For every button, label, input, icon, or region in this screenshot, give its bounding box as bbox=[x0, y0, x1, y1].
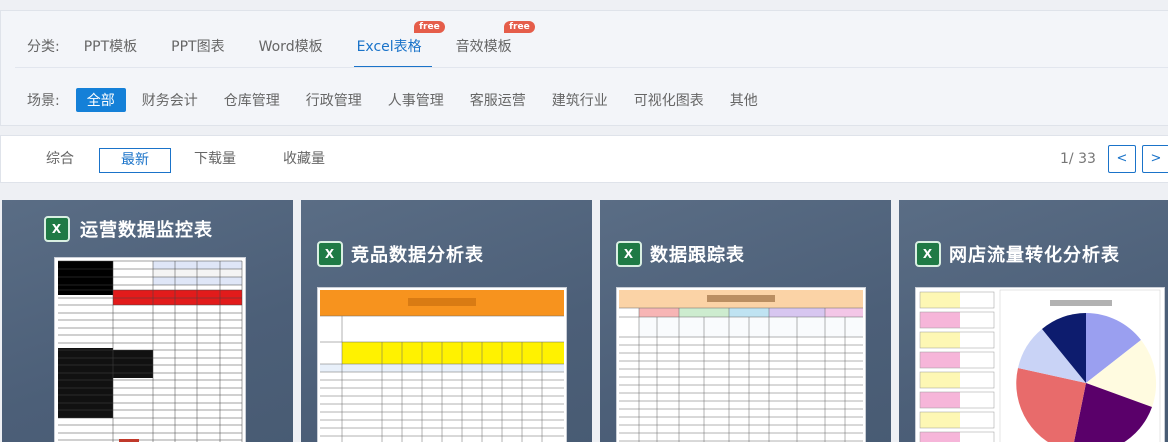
next-page-button[interactable]: > bbox=[1142, 145, 1168, 173]
spreadsheet-preview bbox=[55, 258, 245, 442]
category-ppt-chart[interactable]: PPT图表 bbox=[171, 27, 224, 65]
card-thumbnail bbox=[318, 288, 566, 442]
sort-comprehensive[interactable]: 综合 bbox=[46, 148, 74, 173]
free-badge: free bbox=[504, 21, 535, 33]
category-word-template[interactable]: Word模板 bbox=[259, 27, 323, 65]
category-excel-table[interactable]: Excel表格 free bbox=[353, 21, 445, 68]
card-title: X 竞品数据分析表 bbox=[317, 241, 484, 267]
category-label-text: PPT图表 bbox=[171, 39, 225, 55]
spreadsheet-preview bbox=[318, 288, 566, 442]
card-title-text: 竞品数据分析表 bbox=[351, 245, 484, 266]
category-row: 分类: PPT模板 PPT图表 Word模板 Excel表格 free 音效模板 f… bbox=[27, 21, 546, 68]
sort-favorites[interactable]: 收藏量 bbox=[283, 148, 325, 173]
template-card[interactable]: X 运营数据监控表 bbox=[2, 200, 293, 442]
card-title-text: 数据跟踪表 bbox=[650, 245, 745, 266]
page-indicator: 1/ 33 bbox=[1060, 151, 1096, 167]
template-card[interactable]: X 数据跟踪表 bbox=[600, 200, 891, 442]
excel-icon: X bbox=[616, 241, 642, 267]
category-label: 分类: bbox=[27, 39, 60, 55]
template-card[interactable]: X 网店流量转化分析表 bbox=[899, 200, 1168, 442]
card-title-text: 网店流量转化分析表 bbox=[949, 245, 1120, 266]
filter-divider bbox=[15, 67, 1168, 68]
template-grid: X 运营数据监控表 X 竞品数据分析表 X 数据跟踪表 X 网店流量转化分析表 bbox=[0, 200, 1168, 442]
card-thumbnail bbox=[55, 258, 245, 442]
sort-newest[interactable]: 最新 bbox=[99, 148, 171, 173]
card-title: X 网店流量转化分析表 bbox=[915, 241, 1120, 267]
sort-bar: 综合 最新 下载量 收藏量 1/ 33 < > bbox=[0, 135, 1168, 183]
category-ppt-template[interactable]: PPT模板 bbox=[84, 27, 137, 65]
free-badge: free bbox=[414, 21, 445, 33]
scene-administration[interactable]: 行政管理 bbox=[306, 88, 362, 112]
category-label-text: Excel表格 bbox=[356, 39, 422, 55]
scene-row: 场景: 全部 财务会计 仓库管理 行政管理 人事管理 客服运营 建筑行业 可视化… bbox=[27, 88, 784, 112]
scene-all[interactable]: 全部 bbox=[75, 88, 126, 112]
excel-icon: X bbox=[44, 216, 70, 242]
dashboard-preview bbox=[916, 288, 1164, 442]
prev-page-button[interactable]: < bbox=[1108, 145, 1136, 173]
card-title: X 数据跟踪表 bbox=[616, 241, 745, 267]
scene-other[interactable]: 其他 bbox=[730, 88, 758, 112]
card-thumbnail bbox=[617, 288, 865, 442]
scene-label: 场景: bbox=[27, 93, 60, 109]
category-sound-template[interactable]: 音效模板 free bbox=[455, 21, 535, 65]
scene-construction[interactable]: 建筑行业 bbox=[552, 88, 608, 112]
category-label-text: PPT模板 bbox=[83, 39, 138, 55]
excel-icon: X bbox=[915, 241, 941, 267]
category-label-text: 音效模板 bbox=[455, 39, 512, 55]
category-label-text: Word模板 bbox=[258, 39, 323, 55]
spreadsheet-preview bbox=[617, 288, 865, 442]
scene-customer-service[interactable]: 客服运营 bbox=[470, 88, 526, 112]
scene-hr[interactable]: 人事管理 bbox=[388, 88, 444, 112]
scene-warehouse[interactable]: 仓库管理 bbox=[224, 88, 280, 112]
card-thumbnail bbox=[916, 288, 1164, 442]
sort-downloads[interactable]: 下载量 bbox=[194, 148, 236, 173]
scene-visual-chart[interactable]: 可视化图表 bbox=[634, 88, 704, 112]
template-card[interactable]: X 竞品数据分析表 bbox=[301, 200, 592, 442]
scene-finance[interactable]: 财务会计 bbox=[142, 88, 198, 112]
excel-icon: X bbox=[317, 241, 343, 267]
card-title-text: 运营数据监控表 bbox=[80, 220, 213, 241]
card-title: X 运营数据监控表 bbox=[44, 216, 213, 242]
filter-panel: 分类: PPT模板 PPT图表 Word模板 Excel表格 free 音效模板 f… bbox=[0, 10, 1168, 126]
